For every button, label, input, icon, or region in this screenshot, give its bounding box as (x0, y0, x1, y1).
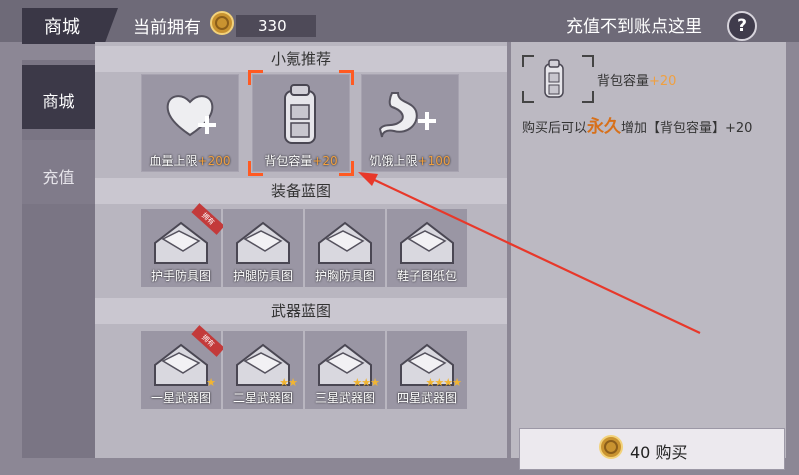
shop-item-label: 背包容量+20 (264, 154, 338, 168)
blueprint-item[interactable]: 拥有 ★ 一星武器图 (141, 325, 225, 409)
detail-frame-corner (522, 55, 534, 67)
blueprint-item[interactable]: 护腿防具图 (223, 209, 303, 287)
stomach-plus-icon (378, 92, 436, 138)
shop-item-hunger-max[interactable]: 饥饿上限+100 (361, 74, 459, 172)
star-rating-icon: ★★★★ (425, 376, 462, 389)
coin-count: 330 (258, 17, 287, 35)
coin-icon (210, 11, 234, 35)
blueprint-scroll-icon (154, 343, 208, 386)
recharge-issue-link[interactable]: 充值不到账点这里 (566, 12, 702, 37)
backpack-icon (544, 59, 564, 98)
section-title-weapons: 武器蓝图 (95, 298, 507, 324)
section-title-recommend: 小氪推荐 (95, 46, 507, 72)
detail-item-name: 背包容量+20 (597, 74, 677, 89)
star-rating-icon: ★★★ (352, 376, 380, 389)
blueprint-scroll-icon (236, 221, 290, 264)
blueprint-item[interactable]: ★★★★ 四星武器图 (387, 331, 467, 409)
blueprint-label: 二星武器图 (232, 391, 293, 405)
item-detail-panel (511, 42, 786, 458)
page-title: 商城 (44, 17, 80, 38)
shop-item-backpack[interactable]: 背包容量+20 (252, 74, 350, 172)
blueprint-item[interactable]: ★★ 二星武器图 (223, 331, 303, 409)
coin-owned-label: 当前拥有 (133, 18, 201, 38)
backpack-icon (284, 84, 316, 144)
blueprint-item[interactable]: ★★★ 三星武器图 (305, 331, 385, 409)
star-rating-icon: ★ (206, 376, 216, 389)
blueprint-label: 三星武器图 (314, 391, 375, 405)
selection-corner (339, 70, 354, 85)
blueprint-item[interactable]: 拥有 护手防具图 (141, 203, 225, 287)
blueprint-scroll-icon (400, 221, 454, 264)
heart-plus-icon (166, 95, 216, 137)
blueprint-label: 一星武器图 (150, 391, 211, 405)
help-icon[interactable]: ? (727, 11, 757, 41)
detail-frame-corner (582, 55, 594, 67)
blueprint-item[interactable]: 护胸防具图 (305, 209, 385, 287)
detail-frame-corner (582, 91, 594, 103)
selection-corner (248, 70, 263, 85)
blueprint-scroll-icon (154, 221, 208, 264)
sidebar-item-shop-label: 商城 (42, 92, 75, 111)
blueprint-label: 护手防具图 (150, 269, 211, 283)
blueprint-label: 护腿防具图 (232, 269, 293, 283)
shop-item-label: 饥饿上限+100 (369, 154, 451, 168)
blueprint-label: 护胸防具图 (314, 269, 375, 283)
blueprint-label: 鞋子图纸包 (396, 269, 457, 283)
detail-frame-corner (522, 91, 534, 103)
star-rating-icon: ★★ (279, 376, 298, 389)
coin-icon (599, 435, 623, 459)
shop-item-label: 血量上限+200 (149, 154, 231, 168)
blueprint-item[interactable]: 鞋子图纸包 (387, 209, 467, 287)
buy-button-label: 40 购买 (630, 443, 688, 462)
selection-corner (248, 161, 263, 176)
selection-corner (339, 161, 354, 176)
blueprint-scroll-icon (318, 221, 372, 264)
sidebar-item-recharge-label: 充值 (42, 168, 75, 187)
shop-item-hp-max[interactable]: 血量上限+200 (141, 74, 239, 172)
detail-description: 购买后可以永久增加【背包容量】+20 (522, 117, 753, 137)
blueprint-label: 四星武器图 (396, 391, 457, 405)
section-title-equipment: 装备蓝图 (95, 178, 507, 204)
